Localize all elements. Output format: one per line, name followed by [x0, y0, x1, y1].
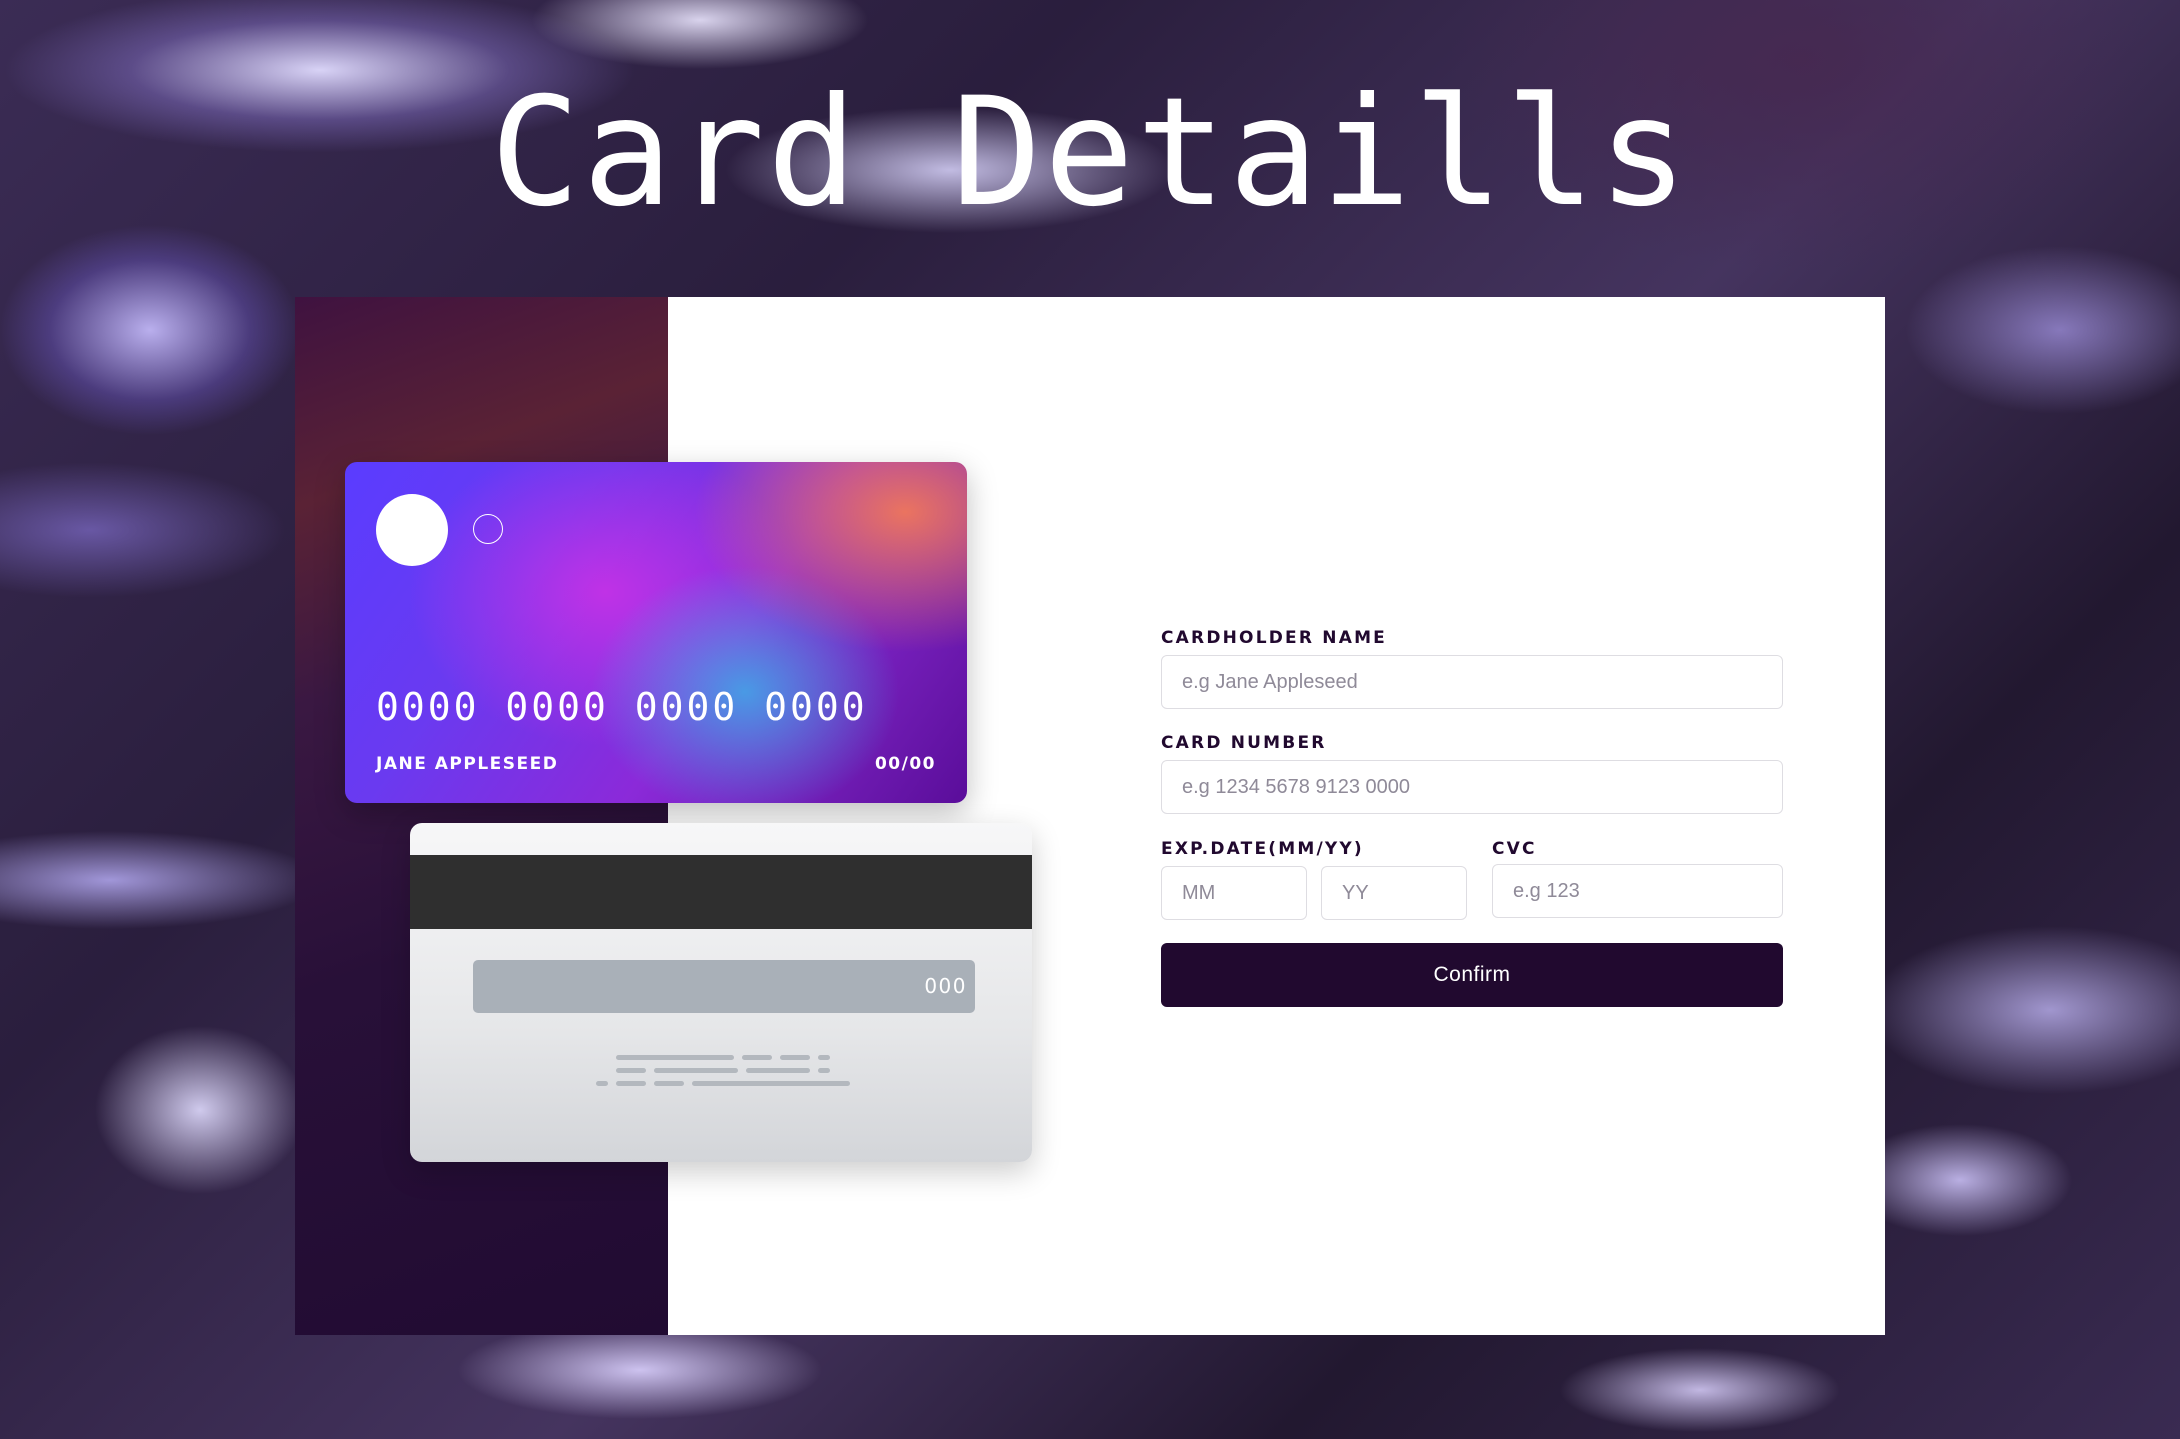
card-front: 0000 0000 0000 0000 JANE APPLESEED 00/00	[345, 462, 967, 803]
card-number-label: CARD NUMBER	[1161, 733, 1327, 753]
magnetic-stripe	[410, 855, 1032, 929]
exp-date-inputs	[1161, 866, 1467, 920]
cardholder-name-display: JANE APPLESEED	[376, 754, 559, 774]
exp-year-input[interactable]	[1321, 866, 1467, 920]
signature-strip: 000	[473, 960, 975, 1013]
exp-month-input[interactable]	[1161, 866, 1307, 920]
card-number-input[interactable]	[1161, 760, 1783, 814]
cardholder-name-group: CARDHOLDER NAME	[1161, 628, 1783, 709]
cvc-group: CVC	[1492, 839, 1783, 920]
cvc-display: 000	[924, 974, 967, 998]
card-logo-filled-circle-icon	[376, 494, 448, 566]
card-back-fine-print	[593, 1055, 853, 1094]
card-expiry-display: 00/00	[874, 754, 936, 774]
card-details-form: CARDHOLDER NAME CARD NUMBER EXP.DATE(MM/…	[1161, 628, 1783, 1007]
card-logo-outline-circle-icon	[473, 514, 503, 544]
card-number-display: 0000 0000 0000 0000	[376, 685, 868, 729]
exp-cvc-row: EXP.DATE(MM/YY) CVC	[1161, 839, 1783, 920]
card-details-panel: 0000 0000 0000 0000 JANE APPLESEED 00/00…	[295, 297, 1885, 1335]
cvc-label: CVC	[1492, 839, 1537, 859]
card-number-group: CARD NUMBER	[1161, 733, 1783, 814]
fine-print-line	[593, 1081, 853, 1086]
page-title: Card Detaills	[490, 66, 1690, 240]
cardholder-name-input[interactable]	[1161, 655, 1783, 709]
confirm-button[interactable]: Confirm	[1161, 943, 1783, 1007]
fine-print-line	[593, 1055, 853, 1060]
cvc-input[interactable]	[1492, 864, 1783, 918]
cardholder-name-label: CARDHOLDER NAME	[1161, 628, 1387, 648]
sidebar-gradient	[295, 297, 668, 1335]
fine-print-line	[593, 1068, 853, 1073]
exp-date-group: EXP.DATE(MM/YY)	[1161, 839, 1467, 920]
exp-date-label: EXP.DATE(MM/YY)	[1161, 839, 1364, 859]
card-back: 000	[410, 823, 1032, 1162]
